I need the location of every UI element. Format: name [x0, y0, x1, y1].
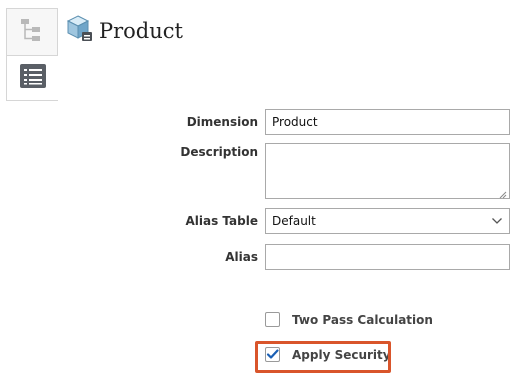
- page-title: Product: [99, 19, 183, 43]
- alias-table-value: Default: [272, 214, 316, 228]
- dimension-value: Product: [272, 115, 318, 129]
- two-pass-calculation-option: Two Pass Calculation: [265, 312, 433, 327]
- two-pass-calculation-label: Two Pass Calculation: [292, 312, 433, 327]
- dimension-field[interactable]: Product: [265, 109, 510, 135]
- tab-properties[interactable]: [6, 55, 58, 101]
- dimension-label: Dimension: [186, 115, 258, 129]
- tab-divider: [57, 8, 58, 55]
- chevron-down-icon: [491, 214, 503, 228]
- alias-table-select[interactable]: Default: [265, 208, 510, 234]
- highlight-annotation: [255, 341, 391, 373]
- page-header: Product: [66, 14, 183, 48]
- two-pass-calculation-checkbox[interactable]: [265, 312, 280, 327]
- hierarchy-tree-icon: [18, 16, 46, 49]
- alias-field[interactable]: [265, 244, 510, 270]
- tab-hierarchy[interactable]: [6, 8, 58, 55]
- resize-grip-icon[interactable]: [499, 188, 507, 199]
- properties-list-icon: [19, 63, 47, 94]
- alias-label: Alias: [225, 250, 258, 264]
- description-label: Description: [180, 145, 258, 159]
- dimension-properties-panel: Product Dimension Product Description Al…: [0, 0, 520, 383]
- alias-table-label: Alias Table: [185, 214, 258, 228]
- description-textarea[interactable]: [265, 143, 510, 199]
- dimension-cube-icon: [66, 14, 94, 49]
